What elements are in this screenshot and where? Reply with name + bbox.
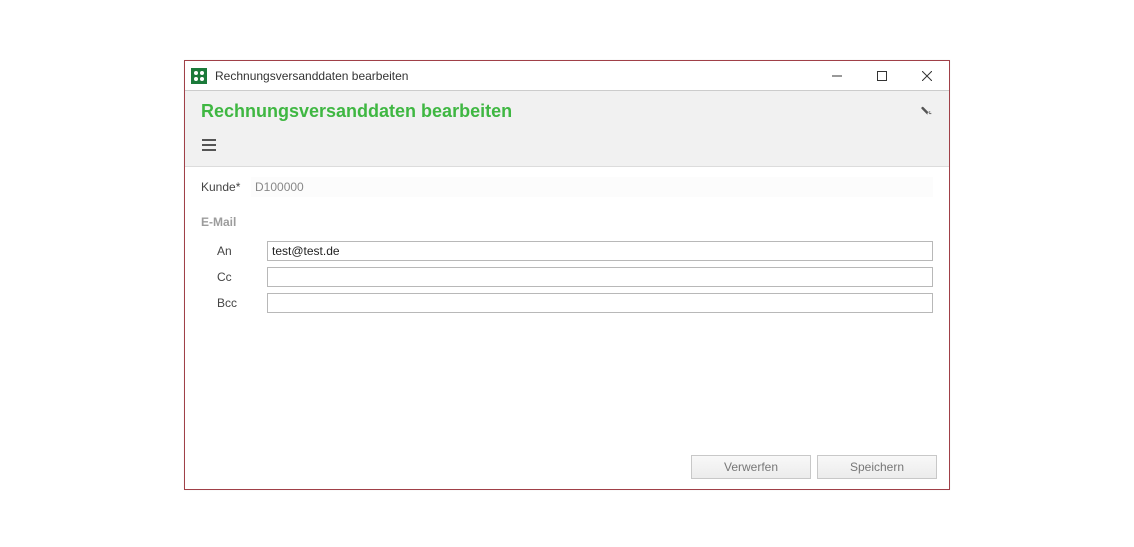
an-input[interactable] [267, 241, 933, 261]
window-title: Rechnungsversanddaten bearbeiten [215, 69, 814, 83]
maximize-button[interactable] [859, 61, 904, 90]
an-row: An [217, 241, 933, 261]
cc-row: Cc [217, 267, 933, 287]
save-button[interactable]: Speichern [817, 455, 937, 479]
cc-label: Cc [217, 270, 267, 284]
discard-button[interactable]: Verwerfen [691, 455, 811, 479]
dialog-footer: Verwerfen Speichern [185, 447, 949, 489]
dialog-window: Rechnungsversanddaten bearbeiten Rechnun… [184, 60, 950, 490]
window-controls [814, 61, 949, 90]
form-content: Kunde* D100000 E-Mail An Cc Bcc [185, 167, 949, 447]
kunde-label: Kunde* [201, 180, 251, 194]
app-icon [191, 68, 207, 84]
kunde-value: D100000 [251, 177, 933, 197]
minimize-button[interactable] [814, 61, 859, 90]
bcc-input[interactable] [267, 293, 933, 313]
hamburger-menu-icon[interactable] [201, 130, 227, 160]
kunde-row: Kunde* D100000 [201, 177, 933, 197]
bcc-row: Bcc [217, 293, 933, 313]
page-header: Rechnungsversanddaten bearbeiten [185, 91, 949, 167]
titlebar: Rechnungsversanddaten bearbeiten [185, 61, 949, 91]
cc-input[interactable] [267, 267, 933, 287]
bcc-label: Bcc [217, 296, 267, 310]
an-label: An [217, 244, 267, 258]
wrench-icon[interactable] [919, 103, 933, 120]
page-title: Rechnungsversanddaten bearbeiten [201, 101, 512, 122]
close-button[interactable] [904, 61, 949, 90]
email-section-label: E-Mail [201, 215, 933, 229]
